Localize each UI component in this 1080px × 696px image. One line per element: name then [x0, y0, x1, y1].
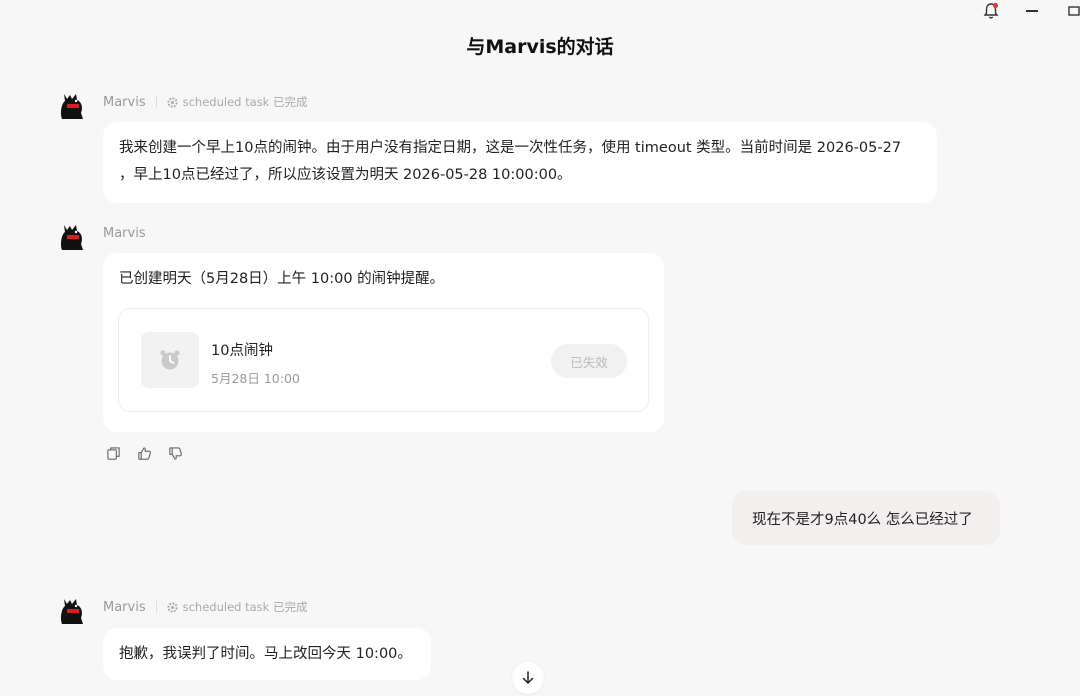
meta-divider	[155, 601, 157, 613]
gear-icon	[166, 96, 178, 108]
thumbs-down-icon[interactable]	[168, 446, 183, 461]
message-line: ，早上10点已经过了，所以应该设置为明天 2026-05-28 10:00:00…	[119, 167, 572, 183]
alarm-time: 5月28日 10:00	[211, 371, 300, 386]
message-meta: Marvis	[103, 225, 146, 241]
sender-name: Marvis	[103, 599, 146, 615]
window-icon[interactable]	[1068, 4, 1080, 16]
alarm-icon-box	[141, 332, 199, 388]
assistant-message-bubble: 抱歉，我误判了时间。马上改回今天 10:00。	[103, 628, 431, 680]
message-text: 抱歉，我误判了时间。马上改回今天 10:00。	[119, 646, 412, 662]
gear-icon	[166, 601, 178, 613]
task-status-text: scheduled task 已完成	[182, 600, 308, 614]
message-actions	[106, 446, 183, 461]
bell-icon[interactable]	[982, 2, 1000, 20]
message-text: 已创建明天（5月28日）上午 10:00 的闹钟提醒。	[119, 271, 445, 287]
marvis-avatar-icon	[61, 94, 83, 119]
marvis-avatar-icon	[61, 599, 83, 624]
copy-icon[interactable]	[106, 446, 121, 461]
message-line: 我来创建一个早上10点的闹钟。由于用户没有指定日期，这是一次性任务，使用 tim…	[119, 140, 902, 156]
task-status: scheduled task 已完成	[166, 599, 308, 615]
message-meta: Marvis scheduled task 已完成	[103, 599, 307, 615]
scroll-down-button[interactable]	[512, 662, 544, 694]
alarm-status-badge: 已失效	[551, 344, 627, 378]
assistant-message-bubble: 我来创建一个早上10点的闹钟。由于用户没有指定日期，这是一次性任务，使用 tim…	[103, 122, 937, 203]
task-status: scheduled task 已完成	[166, 94, 308, 110]
minimize-icon[interactable]	[1026, 10, 1038, 12]
alarm-card[interactable]: 10点闹钟 5月28日 10:00 已失效	[118, 308, 649, 412]
alarm-title: 10点闹钟	[211, 343, 273, 359]
alarm-clock-icon	[160, 350, 180, 370]
arrow-down-icon	[522, 671, 534, 684]
task-status-text: scheduled task 已完成	[182, 95, 308, 109]
thumbs-up-icon[interactable]	[137, 446, 152, 461]
marvis-avatar-icon	[61, 225, 83, 250]
message-text: 现在不是才9点40么 怎么已经过了	[752, 511, 973, 528]
user-message-bubble: 现在不是才9点40么 怎么已经过了	[732, 491, 1000, 545]
page-title: 与Marvis的对话	[466, 36, 614, 58]
message-meta: Marvis scheduled task 已完成	[103, 94, 307, 110]
sender-name: Marvis	[103, 94, 146, 110]
meta-divider	[155, 96, 157, 108]
sender-name: Marvis	[103, 225, 146, 241]
